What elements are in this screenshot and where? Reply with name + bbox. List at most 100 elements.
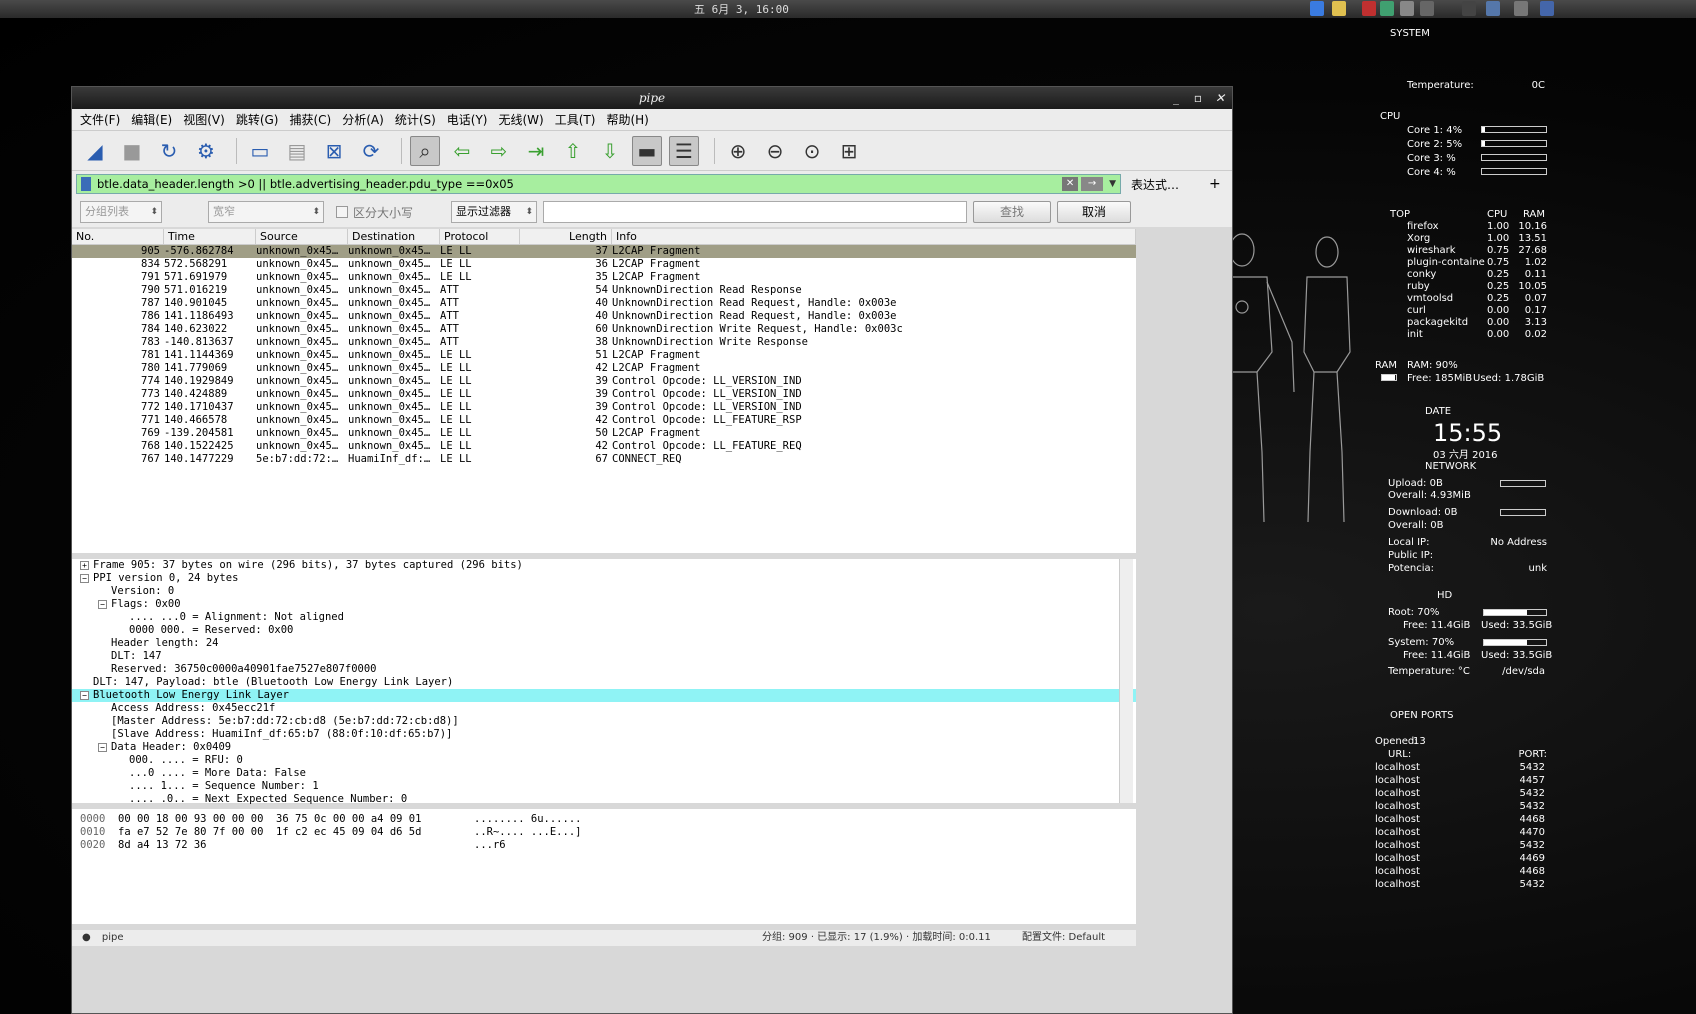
find-button[interactable]: 查找 [973,201,1052,223]
display-icon[interactable] [1486,1,1500,16]
packet-row[interactable]: 790 571.016219 unknown_0x45… unknown_0x45… A… [72,284,1136,297]
details-scrollbar[interactable] [1119,559,1133,803]
desktop-icon[interactable] [1540,1,1554,16]
packet-details-pane[interactable]: + Frame 905: 37 bytes on wire (296 bits),… [72,559,1136,806]
detail-row[interactable]: − Data Header: 0x0409 [72,741,1136,754]
filter-text[interactable]: btle.data_header.length >0 || btle.adver… [97,177,1062,191]
mail-icon[interactable] [1514,1,1528,16]
folder-icon[interactable] [1332,1,1346,16]
detail-row[interactable]: − Flags: 0x00 [72,598,1136,611]
find-icon[interactable]: ⌕ [410,135,440,166]
char-width-select[interactable]: 宽窄 ⬍ [208,201,324,223]
column-header-source[interactable]: Source [256,229,348,244]
hex-bytes[interactable]: fa e7 52 7e 80 7f 00 00 1f c2 ec 45 09 0… [114,826,464,839]
save-icon[interactable]: ▤ [282,136,312,166]
clear-filter-icon[interactable]: ✕ [1062,177,1079,191]
column-header-time[interactable]: Time [164,229,256,244]
packet-row[interactable]: 905 -576.862784 unknown_0x45… unknown_0x45…… [72,245,1136,258]
menu-item[interactable]: 编辑(E) [131,111,172,128]
detail-row[interactable]: Reserved: 36750c0000a40901fae7527e807f00… [72,663,1136,676]
colorize-icon[interactable]: ☰ [669,135,699,166]
hex-ascii[interactable]: ........ 6u...... [464,813,581,826]
detail-row[interactable]: .... .0.. = Next Expected Sequence Numbe… [72,793,1136,806]
packet-row[interactable]: 791 571.691979 unknown_0x45… unknown_0x45… L… [72,271,1136,284]
network-arrow-icon[interactable] [1310,1,1324,16]
shark-fin-icon[interactable]: ◢ [80,136,110,166]
detail-row[interactable]: + Frame 905: 37 bytes on wire (296 bits),… [72,559,1136,572]
packet-row[interactable]: 781 141.1144369 unknown_0x45… unknown_0x45…… [72,349,1136,362]
collapse-icon[interactable]: − [98,599,107,609]
reload-icon[interactable]: ⟳ [356,136,386,166]
add-filter-button[interactable]: + [1209,176,1221,192]
apply-filter-icon[interactable]: → [1081,177,1104,191]
packet-row[interactable]: 769 -139.204581 unknown_0x45… unknown_0x45…… [72,427,1136,440]
packet-list[interactable]: No. Time Source Destination Protocol Length In… [72,229,1136,553]
packet-row[interactable]: 786 141.1186493 unknown_0x45… unknown_0x45…… [72,310,1136,323]
collapse-icon[interactable]: − [80,690,89,700]
column-header-length[interactable]: Length [520,229,612,244]
window-titlebar[interactable]: pipe _ ▫ ✕ [72,87,1232,109]
column-header-destination[interactable]: Destination [348,229,440,244]
detail-row[interactable]: 000. .... = RFU: 0 [72,754,1136,767]
detail-row[interactable]: DLT: 147, Payload: btle (Bluetooth Low E… [72,676,1136,689]
detail-row[interactable]: 0000 000. = Reserved: 0x00 [72,624,1136,637]
packet-row[interactable]: 774 140.1929849 unknown_0x45… unknown_0x45…… [72,375,1136,388]
packet-row[interactable]: 773 140.424889 unknown_0x45… unknown_0x45… L… [72,388,1136,401]
expand-icon[interactable]: + [80,560,89,570]
chevron-down-icon[interactable]: ▼ [1109,179,1116,189]
packet-row[interactable]: 768 140.1522425 unknown_0x45… unknown_0x45…… [72,440,1136,453]
packet-row[interactable]: 787 140.901045 unknown_0x45… unknown_0x45… A… [72,297,1136,310]
hex-row[interactable]: 0000 00 00 18 00 93 00 00 00 36 75 0c 00 … [72,813,1136,826]
detail-row[interactable]: .... 1... = Sequence Number: 1 [72,780,1136,793]
cancel-button[interactable]: 取消 [1057,201,1132,223]
packet-row[interactable]: 767 140.1477229 5e:b7:dd:72:… HuamiInf_df:…… [72,453,1136,466]
packet-row[interactable]: 780 141.779069 unknown_0x45… unknown_0x45… L… [72,362,1136,375]
expert-info-icon[interactable]: ● [82,932,91,943]
detail-row[interactable]: [Master Address: 5e:b7:dd:72:cb:d8 (5e:b… [72,715,1136,728]
packet-row[interactable]: 772 140.1710437 unknown_0x45… unknown_0x45…… [72,401,1136,414]
forward-arrow-icon[interactable]: ⇨ [484,136,514,166]
hex-bytes[interactable]: 8d a4 13 72 36 [114,839,464,852]
search-type-select[interactable]: 显示过滤器 ⬍ [451,201,538,223]
menu-item[interactable]: 视图(V) [183,111,225,128]
packet-row[interactable]: 771 140.466578 unknown_0x45… unknown_0x45… L… [72,414,1136,427]
packet-row[interactable]: 783 -140.813637 unknown_0x45… unknown_0x45…… [72,336,1136,349]
options-gear-icon[interactable]: ⚙ [191,136,221,166]
checkbox-box[interactable] [336,206,348,218]
hex-ascii[interactable]: ..R~.... ...E...] [464,826,581,839]
bookmark-icon[interactable] [81,177,91,191]
goto-packet-icon[interactable]: ⇥ [521,136,551,166]
menu-item[interactable]: 分析(A) [342,111,384,128]
detail-row[interactable]: Version: 0 [72,585,1136,598]
packet-row[interactable]: 784 140.623022 unknown_0x45… unknown_0x45… A… [72,323,1136,336]
chrome-icon[interactable] [1380,1,1394,16]
column-header-no[interactable]: No. [72,229,164,244]
hex-bytes[interactable]: 00 00 18 00 93 00 00 00 36 75 0c 00 00 a… [114,813,464,826]
expression-button[interactable]: 表达式… [1131,176,1179,193]
panel-clock[interactable]: 五 6月 3, 16:00 [694,1,789,17]
menu-item[interactable]: 统计(S) [395,111,436,128]
back-arrow-icon[interactable]: ⇦ [447,136,477,166]
search-scope-select[interactable]: 分组列表 ⬍ [80,201,162,223]
zoom-out-icon[interactable]: ⊖ [760,136,790,166]
zoom-in-icon[interactable]: ⊕ [723,136,753,166]
profile-label[interactable]: 配置文件: Default [1022,930,1105,946]
packet-bytes-pane[interactable]: 0000 00 00 18 00 93 00 00 00 36 75 0c 00 … [72,809,1136,924]
column-header-info[interactable]: Info [612,229,1136,244]
menu-item[interactable]: 捕获(C) [289,111,331,128]
resize-columns-icon[interactable]: ⊞ [834,136,864,166]
bluetooth-icon[interactable] [1462,1,1476,16]
close-file-icon[interactable]: ⊠ [319,136,349,166]
detail-row[interactable]: − Bluetooth Low Energy Link Layer [72,689,1136,702]
collapse-icon[interactable]: − [98,742,107,752]
detail-row[interactable]: DLT: 147 [72,650,1136,663]
detail-row[interactable]: .... ...0 = Alignment: Not aligned [72,611,1136,624]
restart-icon[interactable]: ↻ [154,136,184,166]
close-icon[interactable]: ✕ [1212,90,1228,106]
menu-item[interactable]: 电话(Y) [447,111,488,128]
autoscroll-icon[interactable]: ▬ [632,135,662,166]
detail-row[interactable]: Access Address: 0x45ecc21f [72,702,1136,715]
collapse-icon[interactable]: − [80,573,89,583]
search-input[interactable] [543,201,968,223]
printer-icon[interactable] [1420,1,1434,16]
